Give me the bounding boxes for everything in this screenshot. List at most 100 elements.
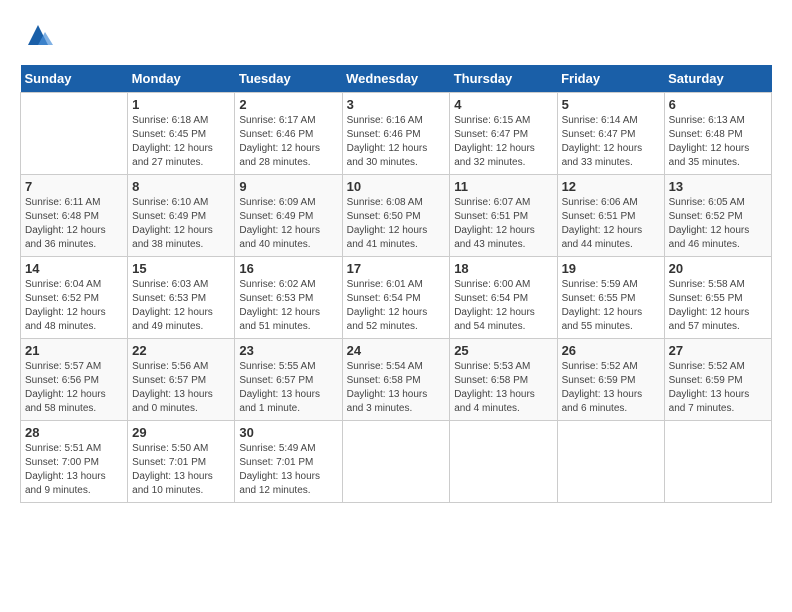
day-number: 4	[454, 97, 552, 112]
calendar-cell	[557, 421, 664, 503]
calendar-cell: 22 Sunrise: 5:56 AM Sunset: 6:57 PM Dayli…	[128, 339, 235, 421]
calendar-cell: 16 Sunrise: 6:02 AM Sunset: 6:53 PM Dayli…	[235, 257, 342, 339]
day-info: Sunrise: 5:58 AM Sunset: 6:55 PM Dayligh…	[669, 278, 767, 334]
day-info: Sunrise: 6:09 AM Sunset: 6:49 PM Dayligh…	[239, 196, 337, 252]
day-of-week-header: Saturday	[664, 65, 771, 93]
day-of-week-header: Friday	[557, 65, 664, 93]
day-info: Sunrise: 6:18 AM Sunset: 6:45 PM Dayligh…	[132, 114, 230, 170]
day-info: Sunrise: 6:08 AM Sunset: 6:50 PM Dayligh…	[347, 196, 446, 252]
calendar-week-row: 21 Sunrise: 5:57 AM Sunset: 6:56 PM Dayli…	[21, 339, 772, 421]
calendar-cell	[342, 421, 450, 503]
day-of-week-header: Sunday	[21, 65, 128, 93]
day-info: Sunrise: 5:55 AM Sunset: 6:57 PM Dayligh…	[239, 360, 337, 416]
day-info: Sunrise: 6:00 AM Sunset: 6:54 PM Dayligh…	[454, 278, 552, 334]
day-info: Sunrise: 6:10 AM Sunset: 6:49 PM Dayligh…	[132, 196, 230, 252]
day-info: Sunrise: 5:53 AM Sunset: 6:58 PM Dayligh…	[454, 360, 552, 416]
calendar-cell	[664, 421, 771, 503]
day-info: Sunrise: 6:17 AM Sunset: 6:46 PM Dayligh…	[239, 114, 337, 170]
day-info: Sunrise: 6:02 AM Sunset: 6:53 PM Dayligh…	[239, 278, 337, 334]
calendar-cell: 8Sunrise: 6:10 AM Sunset: 6:49 PM Daylig…	[128, 175, 235, 257]
day-info: Sunrise: 5:59 AM Sunset: 6:55 PM Dayligh…	[562, 278, 660, 334]
calendar-cell: 20Sunrise: 5:58 AM Sunset: 6:55 PM Dayli…	[664, 257, 771, 339]
calendar-cell: 3 Sunrise: 6:16 AM Sunset: 6:46 PM Daylig…	[342, 93, 450, 175]
calendar-cell: 7 Sunrise: 6:11 AM Sunset: 6:48 PM Daylig…	[21, 175, 128, 257]
day-info: Sunrise: 6:13 AM Sunset: 6:48 PM Dayligh…	[669, 114, 767, 170]
day-info: Sunrise: 6:11 AM Sunset: 6:48 PM Dayligh…	[25, 196, 123, 252]
calendar-cell: 29 Sunrise: 5:50 AM Sunset: 7:01 PM Dayli…	[128, 421, 235, 503]
day-info: Sunrise: 5:49 AM Sunset: 7:01 PM Dayligh…	[239, 442, 337, 498]
day-info: Sunrise: 6:03 AM Sunset: 6:53 PM Dayligh…	[132, 278, 230, 334]
day-of-week-header: Wednesday	[342, 65, 450, 93]
day-info: Sunrise: 6:15 AM Sunset: 6:47 PM Dayligh…	[454, 114, 552, 170]
calendar-cell: 21 Sunrise: 5:57 AM Sunset: 6:56 PM Dayli…	[21, 339, 128, 421]
calendar-week-row: 14 Sunrise: 6:04 AM Sunset: 6:52 PM Dayli…	[21, 257, 772, 339]
page-header	[20, 20, 772, 55]
calendar-cell: 2 Sunrise: 6:17 AM Sunset: 6:46 PM Daylig…	[235, 93, 342, 175]
day-number: 28	[25, 425, 123, 440]
day-number: 29	[132, 425, 230, 440]
day-number: 26	[562, 343, 660, 358]
logo-icon	[23, 20, 53, 50]
day-info: Sunrise: 5:57 AM Sunset: 6:56 PM Dayligh…	[25, 360, 123, 416]
day-of-week-header: Tuesday	[235, 65, 342, 93]
day-info: Sunrise: 6:04 AM Sunset: 6:52 PM Dayligh…	[25, 278, 123, 334]
calendar-cell	[450, 421, 557, 503]
day-number: 30	[239, 425, 337, 440]
calendar-cell: 14 Sunrise: 6:04 AM Sunset: 6:52 PM Dayli…	[21, 257, 128, 339]
day-number: 9	[239, 179, 337, 194]
day-number: 12	[562, 179, 660, 194]
day-info: Sunrise: 6:05 AM Sunset: 6:52 PM Dayligh…	[669, 196, 767, 252]
calendar-cell: 28 Sunrise: 5:51 AM Sunset: 7:00 PM Dayli…	[21, 421, 128, 503]
day-number: 1	[132, 97, 230, 112]
calendar-cell: 4 Sunrise: 6:15 AM Sunset: 6:47 PM Daylig…	[450, 93, 557, 175]
day-info: Sunrise: 5:51 AM Sunset: 7:00 PM Dayligh…	[25, 442, 123, 498]
day-info: Sunrise: 6:07 AM Sunset: 6:51 PM Dayligh…	[454, 196, 552, 252]
day-number: 22	[132, 343, 230, 358]
calendar-week-row: 7 Sunrise: 6:11 AM Sunset: 6:48 PM Daylig…	[21, 175, 772, 257]
day-info: Sunrise: 6:16 AM Sunset: 6:46 PM Dayligh…	[347, 114, 446, 170]
calendar-header-row: SundayMondayTuesdayWednesdayThursdayFrid…	[21, 65, 772, 93]
calendar-week-row: 28 Sunrise: 5:51 AM Sunset: 7:00 PM Dayli…	[21, 421, 772, 503]
day-number: 16	[239, 261, 337, 276]
calendar-cell: 27Sunrise: 5:52 AM Sunset: 6:59 PM Dayli…	[664, 339, 771, 421]
day-number: 23	[239, 343, 337, 358]
day-info: Sunrise: 5:56 AM Sunset: 6:57 PM Dayligh…	[132, 360, 230, 416]
day-info: Sunrise: 5:54 AM Sunset: 6:58 PM Dayligh…	[347, 360, 446, 416]
calendar-cell: 5Sunrise: 6:14 AM Sunset: 6:47 PM Daylig…	[557, 93, 664, 175]
day-info: Sunrise: 5:52 AM Sunset: 6:59 PM Dayligh…	[669, 360, 767, 416]
calendar-cell: 26 Sunrise: 5:52 AM Sunset: 6:59 PM Dayli…	[557, 339, 664, 421]
calendar-cell: 19 Sunrise: 5:59 AM Sunset: 6:55 PM Dayli…	[557, 257, 664, 339]
calendar-cell: 25 Sunrise: 5:53 AM Sunset: 6:58 PM Dayli…	[450, 339, 557, 421]
day-number: 10	[347, 179, 446, 194]
day-number: 17	[347, 261, 446, 276]
day-number: 13	[669, 179, 767, 194]
day-number: 18	[454, 261, 552, 276]
day-number: 25	[454, 343, 552, 358]
day-number: 14	[25, 261, 123, 276]
calendar-cell: 9 Sunrise: 6:09 AM Sunset: 6:49 PM Daylig…	[235, 175, 342, 257]
calendar-cell: 15 Sunrise: 6:03 AM Sunset: 6:53 PM Dayli…	[128, 257, 235, 339]
day-number: 21	[25, 343, 123, 358]
calendar-cell: 23 Sunrise: 5:55 AM Sunset: 6:57 PM Dayli…	[235, 339, 342, 421]
day-info: Sunrise: 6:01 AM Sunset: 6:54 PM Dayligh…	[347, 278, 446, 334]
calendar-cell: 1 Sunrise: 6:18 AM Sunset: 6:45 PM Daylig…	[128, 93, 235, 175]
day-number: 19	[562, 261, 660, 276]
calendar-cell: 6Sunrise: 6:13 AM Sunset: 6:48 PM Daylig…	[664, 93, 771, 175]
day-number: 5	[562, 97, 660, 112]
day-info: Sunrise: 6:06 AM Sunset: 6:51 PM Dayligh…	[562, 196, 660, 252]
calendar-week-row: 1 Sunrise: 6:18 AM Sunset: 6:45 PM Daylig…	[21, 93, 772, 175]
logo	[20, 20, 53, 55]
calendar-table: SundayMondayTuesdayWednesdayThursdayFrid…	[20, 65, 772, 503]
day-info: Sunrise: 5:50 AM Sunset: 7:01 PM Dayligh…	[132, 442, 230, 498]
calendar-cell: 30 Sunrise: 5:49 AM Sunset: 7:01 PM Dayli…	[235, 421, 342, 503]
day-info: Sunrise: 5:52 AM Sunset: 6:59 PM Dayligh…	[562, 360, 660, 416]
day-number: 2	[239, 97, 337, 112]
day-number: 3	[347, 97, 446, 112]
calendar-cell: 18 Sunrise: 6:00 AM Sunset: 6:54 PM Dayli…	[450, 257, 557, 339]
calendar-cell: 13 Sunrise: 6:05 AM Sunset: 6:52 PM Dayli…	[664, 175, 771, 257]
day-number: 15	[132, 261, 230, 276]
day-number: 7	[25, 179, 123, 194]
day-of-week-header: Thursday	[450, 65, 557, 93]
day-number: 24	[347, 343, 446, 358]
calendar-cell: 12 Sunrise: 6:06 AM Sunset: 6:51 PM Dayli…	[557, 175, 664, 257]
